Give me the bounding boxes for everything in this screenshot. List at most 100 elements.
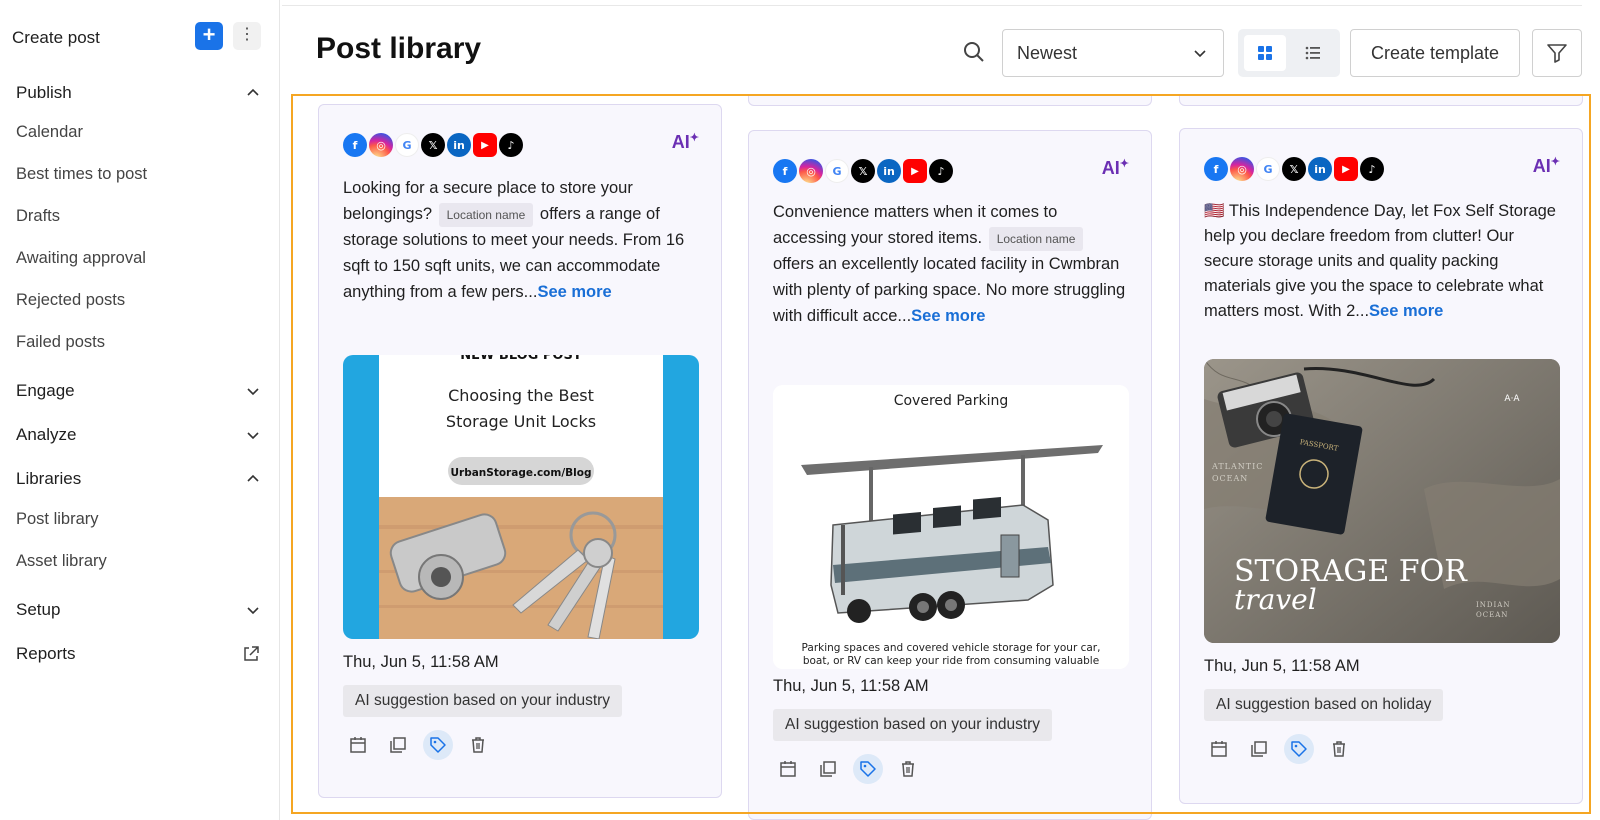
image-heading-2: Storage Unit Locks — [446, 412, 596, 431]
see-more-link[interactable]: See more — [911, 307, 985, 325]
see-more-link[interactable]: See more — [537, 283, 611, 301]
sidebar-item-awaiting-approval[interactable]: Awaiting approval — [16, 249, 146, 268]
covered-parking-image: Covered Parking Parking spaces and cover… — [773, 385, 1129, 669]
linkedin-icon: in — [1308, 157, 1332, 181]
duplicate-button[interactable] — [383, 730, 413, 760]
view-toggle — [1238, 29, 1340, 77]
location-chip: Location name — [988, 226, 1084, 251]
duplicate-button[interactable] — [1244, 734, 1274, 764]
schedule-button[interactable] — [773, 754, 803, 784]
chevron-down-icon — [1194, 50, 1206, 58]
chevron-down-icon — [247, 432, 259, 440]
social-icons-row: f ◎ G 𝕏 in ▶ ♪ — [773, 159, 953, 185]
tag-button[interactable] — [1284, 734, 1314, 764]
image-url: UrbanStorage.com/Blog — [450, 467, 591, 479]
sidebar-item-rejected-posts[interactable]: Rejected posts — [16, 291, 125, 310]
youtube-icon: ▶ — [903, 159, 927, 183]
image-caption-1: Parking spaces and covered vehicle stora… — [802, 642, 1101, 654]
sidebar-item-calendar[interactable]: Calendar — [16, 123, 83, 142]
trash-icon — [902, 761, 914, 777]
sidebar-item-failed-posts[interactable]: Failed posts — [16, 333, 105, 352]
sidebar-item-asset-library[interactable]: Asset library — [16, 552, 107, 571]
grid-view-button[interactable] — [1244, 35, 1286, 71]
more-options-button[interactable]: ⋮ — [233, 22, 261, 50]
grid-icon — [1258, 46, 1272, 60]
chevron-up-icon — [247, 474, 259, 482]
sidebar-item-drafts[interactable]: Drafts — [16, 207, 60, 226]
image-caption-2: boat, or RV can keep your ride from cons… — [803, 655, 1099, 667]
sidebar-item-best-times[interactable]: Best times to post — [16, 165, 147, 184]
sidebar-section-label: Setup — [16, 600, 61, 619]
tiktok-icon: ♪ — [929, 159, 953, 183]
create-post-button[interactable]: + — [195, 22, 223, 50]
x-icon: 𝕏 — [421, 133, 445, 157]
tag-icon — [860, 761, 876, 777]
chevron-down-icon — [247, 607, 259, 615]
map-label: OCEAN — [1476, 611, 1508, 619]
linkedin-icon: in — [877, 159, 901, 183]
schedule-button[interactable] — [343, 730, 373, 760]
copy-icon — [820, 761, 836, 777]
sidebar-item-post-library[interactable]: Post library — [16, 510, 99, 529]
post-date: Thu, Jun 5, 11:58 AM — [773, 677, 929, 695]
create-post-label[interactable]: Create post — [12, 28, 100, 48]
card-stub — [748, 94, 1152, 106]
see-more-link[interactable]: See more — [1369, 302, 1443, 320]
post-date: Thu, Jun 5, 11:58 AM — [1204, 657, 1360, 675]
post-card[interactable]: f ◎ G 𝕏 in ▶ ♪ AI✦ 🇺🇸 This Independence … — [1179, 128, 1583, 804]
tag-button[interactable] — [853, 754, 883, 784]
create-template-button[interactable]: Create template — [1350, 29, 1520, 77]
sidebar-section-analyze[interactable]: Analyze — [16, 421, 260, 449]
instagram-icon: ◎ — [799, 159, 823, 183]
facebook-icon: f — [773, 159, 797, 183]
map-label: ATLANTIC — [1211, 462, 1263, 471]
tag-icon — [1291, 741, 1307, 757]
ai-suggestion-badge: AI suggestion based on your industry — [343, 685, 623, 717]
filter-button[interactable] — [1532, 29, 1582, 77]
tag-button[interactable] — [423, 730, 453, 760]
social-icons-row: f ◎ G 𝕏 in ▶ ♪ — [343, 133, 523, 159]
post-card[interactable]: f ◎ G 𝕏 in ▶ ♪ AI✦ Convenience matters w… — [748, 130, 1152, 820]
external-link-icon — [244, 646, 259, 661]
sidebar-section-publish[interactable]: Publish — [16, 79, 260, 107]
delete-button[interactable] — [463, 730, 493, 760]
blog-lock-image: NEW BLOG POST Choosing the Best Storage … — [379, 355, 663, 639]
delete-button[interactable] — [1324, 734, 1354, 764]
tag-icon — [430, 737, 446, 753]
x-icon: 𝕏 — [1282, 157, 1306, 181]
instagram-icon: ◎ — [1230, 157, 1254, 181]
image-heading-1: Choosing the Best — [448, 386, 594, 405]
calendar-icon — [780, 761, 796, 777]
x-icon: 𝕏 — [851, 159, 875, 183]
facebook-icon: f — [1204, 157, 1228, 181]
facebook-icon: f — [343, 133, 367, 157]
banner-top-text: NEW BLOG POST — [460, 355, 582, 363]
calendar-icon — [350, 737, 366, 753]
storage-travel-image: ATLANTIC OCEAN INDIAN OCEAN PASSPORT A·A… — [1204, 359, 1560, 643]
linkedin-icon: in — [447, 133, 471, 157]
sort-dropdown[interactable]: Newest — [1002, 29, 1224, 77]
google-icon: G — [395, 133, 419, 157]
sidebar: Create post + ⋮ Publish Calendar Best ti… — [0, 0, 280, 820]
post-text: 🇺🇸 This Independence Day, let Fox Self S… — [1204, 199, 1560, 324]
duplicate-button[interactable] — [813, 754, 843, 784]
post-actions — [773, 754, 923, 784]
post-actions — [1204, 734, 1354, 764]
post-actions — [343, 730, 493, 760]
sidebar-section-engage[interactable]: Engage — [16, 377, 260, 405]
sidebar-section-reports[interactable]: Reports — [16, 640, 260, 668]
search-icon[interactable] — [962, 40, 986, 64]
post-card[interactable]: f ◎ G 𝕏 in ▶ ♪ AI✦ Looking for a secure … — [318, 104, 722, 798]
list-view-button[interactable] — [1292, 35, 1334, 71]
sidebar-section-setup[interactable]: Setup — [16, 596, 260, 624]
post-image: Covered Parking Parking spaces and cover… — [773, 385, 1129, 669]
sidebar-section-libraries[interactable]: Libraries — [16, 465, 260, 493]
post-image: ATLANTIC OCEAN INDIAN OCEAN PASSPORT A·A… — [1204, 359, 1560, 643]
image-title: Covered Parking — [894, 393, 1009, 409]
sidebar-section-label: Analyze — [16, 425, 77, 444]
page-title: Post library — [316, 32, 482, 65]
delete-button[interactable] — [893, 754, 923, 784]
schedule-button[interactable] — [1204, 734, 1234, 764]
ai-sparkle-icon: AI✦ — [1101, 158, 1129, 178]
google-icon: G — [1256, 157, 1280, 181]
